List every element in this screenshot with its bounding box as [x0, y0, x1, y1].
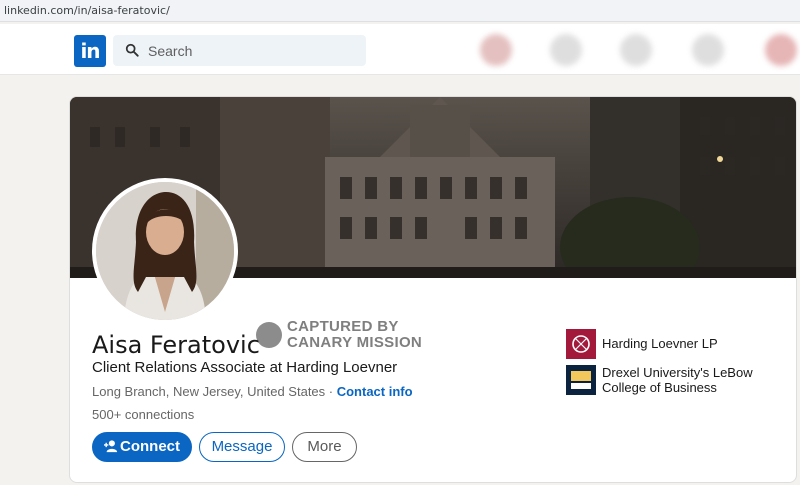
search-placeholder: Search — [148, 43, 193, 59]
home-icon[interactable] — [480, 34, 512, 66]
profile-name: Aisa Feratovic — [92, 331, 260, 359]
location-separator: · — [325, 384, 337, 399]
top-navigation: in Search — [0, 24, 800, 75]
nav-icons — [470, 29, 800, 69]
drexel-lebow-logo-icon — [566, 365, 596, 395]
org-name: Harding Loevner LP — [602, 336, 718, 351]
org-name-line-1: Drexel University's LeBow — [602, 365, 753, 380]
messaging-icon[interactable] — [692, 34, 724, 66]
harding-loevner-logo-icon — [566, 329, 596, 359]
more-button[interactable]: More — [292, 432, 357, 462]
connect-label: Connect — [120, 438, 180, 455]
connections-count[interactable]: 500+ connections — [92, 407, 194, 422]
jobs-icon[interactable] — [620, 34, 652, 66]
search-icon — [125, 43, 139, 57]
org-name-block: Drexel University's LeBow College of Bus… — [602, 365, 753, 395]
profile-headline: Client Relations Associate at Harding Lo… — [92, 359, 398, 376]
add-person-icon — [104, 440, 118, 453]
org-name-line-2: College of Business — [602, 380, 717, 395]
connect-button[interactable]: Connect — [92, 432, 192, 462]
url-text[interactable]: linkedin.com/in/aisa-feratovic/ — [4, 4, 170, 17]
browser-url-bar[interactable]: linkedin.com/in/aisa-feratovic/ — [0, 0, 800, 22]
profile-location-row: Long Branch, New Jersey, United States ·… — [92, 384, 413, 399]
linkedin-logo-icon[interactable]: in — [74, 35, 106, 67]
notifications-icon[interactable] — [765, 34, 797, 66]
captured-by-canary-mission-watermark: CAPTURED BY CANARY MISSION — [256, 319, 426, 355]
watermark-line-1: CAPTURED BY — [287, 318, 399, 335]
network-icon[interactable] — [550, 34, 582, 66]
profile-card: CAPTURED BY CANARY MISSION Aisa Feratovi… — [69, 96, 797, 483]
search-input[interactable]: Search — [113, 35, 366, 66]
profile-photo[interactable] — [92, 178, 238, 324]
profile-location: Long Branch, New Jersey, United States — [92, 384, 326, 399]
watermark-line-2: CANARY MISSION — [287, 334, 423, 351]
contact-info-link[interactable]: Contact info — [337, 384, 413, 399]
message-button[interactable]: Message — [199, 432, 285, 462]
